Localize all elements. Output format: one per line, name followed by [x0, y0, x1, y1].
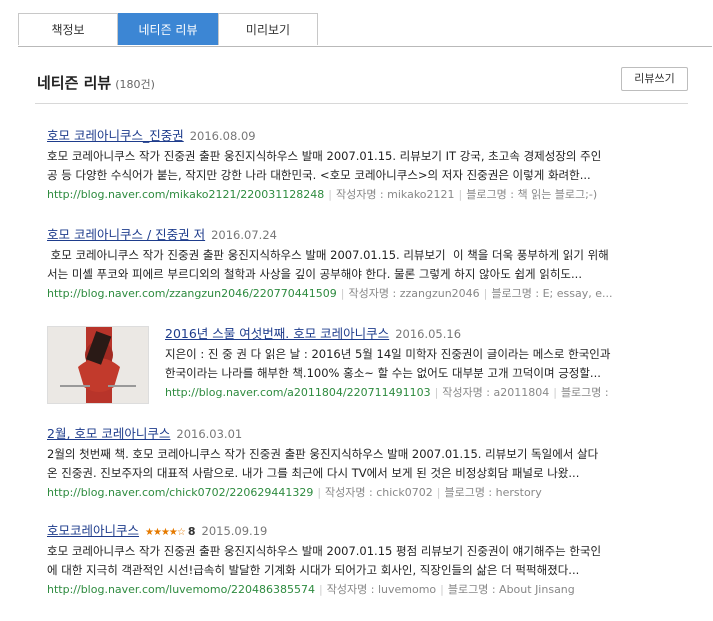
review-title-link[interactable]: 호모 코레아니쿠스_진중권 [47, 128, 184, 143]
review-title-link[interactable]: 호모코레아니쿠스 [47, 523, 139, 538]
review-title-row: 2월, 호모 코레아니쿠스 2016.03.01 [47, 425, 687, 442]
review-url[interactable]: http://blog.naver.com/zzangzun2046/22077… [47, 287, 337, 300]
review-item: 2016년 스물 여섯번째. 호모 코레아니쿠스 2016.05.16 지은이 :… [165, 325, 687, 401]
review-title-row: 호모 코레아니쿠스_진중권 2016.08.09 [47, 127, 687, 144]
tab-preview[interactable]: 미리보기 [218, 13, 318, 45]
review-blog: 책 읽는 블로그;-) [517, 188, 598, 201]
review-excerpt-line: 서는 미셸 푸코와 피에르 부르디외의 철학과 사상을 깊이 공부해야 한다. … [47, 267, 582, 281]
review-title-row: 2016년 스물 여섯번째. 호모 코레아니쿠스 2016.05.16 [165, 325, 687, 342]
review-date: 2015.09.19 [201, 524, 268, 538]
review-author: a2011804 [493, 386, 550, 399]
review-title-link[interactable]: 2016년 스물 여섯번째. 호모 코레아니쿠스 [165, 326, 389, 341]
review-excerpt: 지은이 : 진 중 권 다 읽은 날 : 2016년 5월 14일 미학자 진중… [165, 345, 687, 383]
section-title: 네티즌 리뷰 (180건) [37, 72, 155, 93]
book-cover-image [48, 327, 148, 403]
review-author: mikako2121 [387, 188, 455, 201]
review-thumbnail[interactable] [47, 326, 149, 404]
author-label: 작성자명 : [325, 486, 377, 499]
author-label: 작성자명 : [326, 583, 378, 596]
review-url[interactable]: http://blog.naver.com/chick0702/22062944… [47, 486, 313, 499]
review-url[interactable]: http://blog.naver.com/luvemomo/220486385… [47, 583, 315, 596]
review-count: (180건) [115, 78, 155, 91]
review-blog: herstory [495, 486, 542, 499]
blog-label: 블로그명 : [466, 188, 518, 201]
review-author: zzangzun2046 [399, 287, 480, 300]
review-author: luvemomo [377, 583, 437, 596]
review-excerpt-line: 지은이 : 진 중 권 다 읽은 날 : 2016년 5월 14일 미학자 진중… [165, 347, 611, 361]
review-meta: http://blog.naver.com/chick0702/22062944… [47, 486, 542, 499]
review-date: 2016.05.16 [395, 327, 462, 341]
review-score: 8 [187, 525, 196, 538]
review-meta: http://blog.naver.com/zzangzun2046/22077… [47, 287, 613, 300]
review-date: 2016.03.01 [176, 427, 243, 441]
review-excerpt-line: 공 등 다양한 수식어가 붙는, 작지만 강한 나라 대한민국. <호모 코레아… [47, 168, 591, 182]
tab-bar: 책정보 네티즌 리뷰 미리보기 [18, 13, 712, 47]
review-meta: http://blog.naver.com/a2011804/220711491… [165, 386, 609, 399]
review-blog: About Jinsang [499, 583, 575, 596]
review-item: 호모코레아니쿠스 ★★★★☆ 8 2015.09.19 호모 코레아니쿠스 작가 진중… [47, 522, 687, 598]
review-url[interactable]: http://blog.naver.com/mikako2121/2200311… [47, 188, 324, 201]
blog-label: 블로그명 : [447, 583, 500, 596]
review-excerpt: 호모 코레아니쿠스 작가 진중권 출판 웅진지식하우스 발매 2007.01.1… [47, 542, 687, 580]
review-excerpt: 2월의 첫번째 책. 호모 코레아니쿠스 작가 진중권 출판 웅진지식하우스 발… [47, 445, 687, 483]
review-meta: http://blog.naver.com/luvemomo/220486385… [47, 583, 575, 596]
divider [35, 103, 688, 104]
review-author: chick0702 [376, 486, 433, 499]
review-excerpt-line: 온 진중권. 진보주자의 대표적 사람으로. 내가 그를 최근에 다시 TV에서… [47, 466, 580, 480]
review-excerpt: 호모 코레아니쿠스 작가 진중권 출판 웅진지식하우스 발매 2007.01.1… [47, 246, 687, 284]
review-excerpt-line: 한국이라는 나라를 해부한 책.100% 홍소~ 할 수는 없어도 대부분 고개… [165, 366, 601, 380]
review-excerpt-line: 2월의 첫번째 책. 호모 코레아니쿠스 작가 진중권 출판 웅진지식하우스 발… [47, 447, 599, 461]
blog-label: 블로그명 : [491, 287, 543, 300]
review-item: 호모 코레아니쿠스_진중권 2016.08.09 호모 코레아니쿠스 작가 진중권… [47, 127, 687, 203]
section-title-text: 네티즌 리뷰 [37, 74, 112, 92]
review-meta: http://blog.naver.com/mikako2121/2200311… [47, 188, 598, 201]
tab-netizen-reviews[interactable]: 네티즌 리뷰 [118, 13, 218, 45]
blog-label: 블로그명 : [560, 386, 609, 399]
review-blog: E; essay, e... [542, 287, 613, 300]
review-excerpt-line: 호모 코레아니쿠스 작가 진중권 출판 웅진지식하우스 발매 2007.01.1… [47, 544, 602, 558]
review-item: 2월, 호모 코레아니쿠스 2016.03.01 2월의 첫번째 책. 호모 코레… [47, 425, 687, 501]
review-title-link[interactable]: 호모 코레아니쿠스 / 진중권 저 [47, 227, 205, 242]
blog-label: 블로그명 : [444, 486, 496, 499]
review-excerpt-line: 에 대한 지극히 객관적인 시선!급속히 발달한 기계화 시대가 되어가고 회사… [47, 563, 580, 577]
review-item: 호모 코레아니쿠스 / 진중권 저 2016.07.24 호모 코레아니쿠스 작가… [47, 226, 687, 302]
review-title-link[interactable]: 2월, 호모 코레아니쿠스 [47, 426, 170, 441]
review-excerpt-line: 호모 코레아니쿠스 작가 진중권 출판 웅진지식하우스 발매 2007.01.1… [47, 149, 602, 163]
review-title-row: 호모 코레아니쿠스 / 진중권 저 2016.07.24 [47, 226, 687, 243]
review-url[interactable]: http://blog.naver.com/a2011804/220711491… [165, 386, 431, 399]
tab-book-info[interactable]: 책정보 [18, 13, 118, 45]
review-date: 2016.08.09 [189, 129, 256, 143]
review-date: 2016.07.24 [211, 228, 277, 242]
review-excerpt-line: 호모 코레아니쿠스 작가 진중권 출판 웅진지식하우스 발매 2007.01.1… [47, 248, 609, 262]
review-excerpt: 호모 코레아니쿠스 작가 진중권 출판 웅진지식하우스 발매 2007.01.1… [47, 147, 687, 185]
star-rating-icon: ★★★★☆ [145, 527, 186, 538]
author-label: 작성자명 : [442, 386, 494, 399]
write-review-button[interactable]: 리뷰쓰기 [621, 67, 688, 91]
author-label: 작성자명 : [348, 287, 400, 300]
review-title-row: 호모코레아니쿠스 ★★★★☆ 8 2015.09.19 [47, 522, 687, 539]
author-label: 작성자명 : [335, 188, 388, 201]
